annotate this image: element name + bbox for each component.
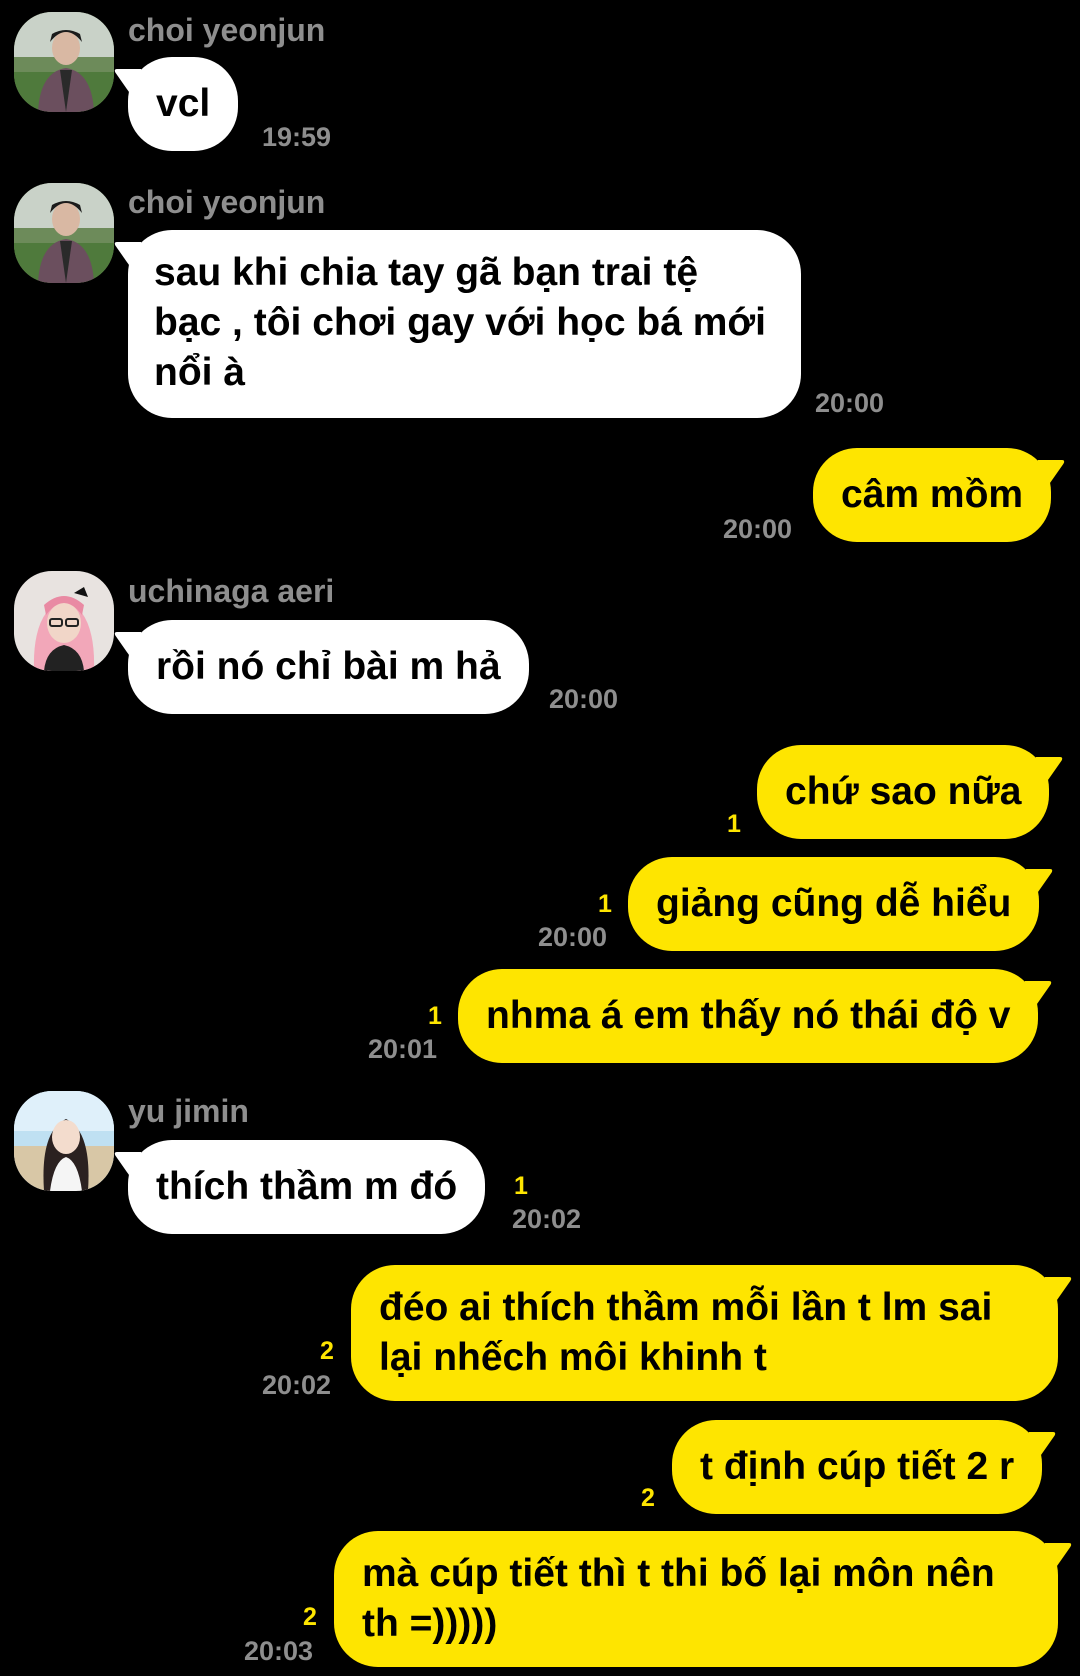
message-text: câm mồm [841, 473, 1024, 516]
message-text: vcl [156, 82, 211, 125]
message-time: 20:00 [723, 514, 793, 544]
message-text-line: lại nhếch môi khinh t [379, 1336, 767, 1379]
message-bubble-outgoing[interactable]: t định cúp tiết 2 r [672, 1420, 1043, 1514]
avatar-choi-yeonjun[interactable] [14, 183, 114, 283]
message-text: nhma á em thấy nó thái độ v [486, 994, 1011, 1037]
message-bubble-outgoing[interactable]: đéo ai thích thầm mỗi lần t lm sai lại n… [351, 1265, 1058, 1401]
unread-count: 2 [641, 1484, 655, 1512]
message-bubble-outgoing[interactable]: nhma á em thấy nó thái độ v [458, 969, 1039, 1063]
unread-count: 2 [320, 1337, 334, 1365]
unread-count: 1 [514, 1172, 528, 1200]
message-text-line: bạc , tôi chơi gay với học bá mới [154, 301, 766, 344]
message-text-line: mà cúp tiết thì t thi bố lại môn nên [362, 1552, 995, 1595]
message-text: rồi nó chỉ bài m hả [156, 645, 501, 688]
message-bubble-outgoing[interactable]: mà cúp tiết thì t thi bố lại môn nên th … [334, 1531, 1058, 1667]
message-time: 20:03 [244, 1636, 314, 1666]
message-bubble-incoming[interactable]: sau khi chia tay gã bạn trai tệ bạc , tô… [128, 230, 801, 418]
message-text-line: sau khi chia tay gã bạn trai tệ [154, 251, 699, 294]
message-time: 20:00 [815, 388, 885, 418]
avatar-uchinaga-aeri[interactable] [14, 571, 114, 671]
message-time: 20:02 [262, 1370, 332, 1400]
unread-count: 1 [598, 890, 612, 918]
message-bubble-incoming[interactable]: thích thầm m đó [128, 1140, 486, 1234]
message-time: 20:00 [538, 922, 608, 952]
avatar-yu-jimin[interactable] [14, 1091, 114, 1191]
message-time: 20:02 [512, 1204, 582, 1234]
message-bubble-outgoing[interactable]: câm mồm [813, 448, 1052, 542]
message-time: 20:00 [549, 684, 619, 714]
unread-count: 2 [303, 1603, 317, 1631]
message-bubble-outgoing[interactable]: chứ sao nữa [757, 745, 1050, 839]
message-text: chứ sao nữa [785, 770, 1022, 813]
message-bubble-outgoing[interactable]: giảng cũng dễ hiểu [628, 857, 1040, 951]
message-time: 20:01 [368, 1034, 438, 1064]
message-bubble-incoming[interactable]: vcl [128, 57, 239, 151]
unread-count: 1 [727, 810, 741, 838]
message-text-line: đéo ai thích thầm mỗi lần t lm sai [379, 1286, 993, 1329]
unread-count: 1 [428, 1002, 442, 1030]
sender-name: choi yeonjun [128, 12, 326, 48]
sender-name: uchinaga aeri [128, 573, 335, 609]
avatar-choi-yeonjun[interactable] [14, 12, 114, 112]
sender-name: choi yeonjun [128, 184, 326, 220]
message-text-line: nổi à [154, 351, 246, 394]
sender-name: yu jimin [128, 1093, 249, 1129]
message-text: giảng cũng dễ hiểu [656, 882, 1012, 925]
message-bubble-incoming[interactable]: rồi nó chỉ bài m hả [128, 620, 529, 714]
message-text-line: th =))))) [362, 1602, 498, 1645]
message-time: 19:59 [262, 122, 332, 152]
message-text: thích thầm m đó [156, 1165, 458, 1208]
message-text: t định cúp tiết 2 r [700, 1445, 1015, 1488]
